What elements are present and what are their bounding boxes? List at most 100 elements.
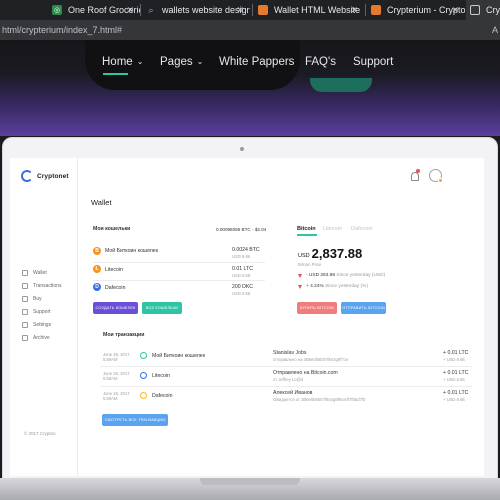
transactions-title: Мои транзакции [103,332,145,338]
tx-amount: + 0.01 LTC [443,350,469,356]
browser-tab-crypterium[interactable]: Crypterium - Cryptocu ✕ [367,0,465,20]
document-icon [470,5,480,15]
all-transactions-button[interactable]: СМОТРЕТЬ ВСЕ ТРАНЗАКЦИИ [102,414,168,426]
price-label: Bitcoin Price [298,262,322,267]
transaction-icon [140,352,147,359]
wallet-amount: 200 DKC [232,284,254,290]
wallet-usd: USD 0.66 [232,273,251,278]
url-text[interactable]: html/crypterium/index_7.html# [2,25,122,35]
create-wallet-button[interactable]: СОЗДАТЬ КОШЕЛЕК [93,302,138,314]
close-icon[interactable]: ✕ [126,5,134,16]
transactions-icon [22,283,28,289]
bitcoin-icon: B [93,247,101,255]
sidebar-item-settings[interactable]: Settings [22,322,51,328]
tx-detail: Отправлено на 3B6e0b6b07f6e2g9f7ce [273,357,349,362]
address-bar-action[interactable]: A [492,25,498,35]
wallet-amount: 0.0024 BTC [232,247,260,253]
tx-wallet[interactable]: Мой Биткоин кошелек [152,353,205,359]
close-icon[interactable]: ✕ [236,5,244,16]
tab-title: Crypt [486,5,500,15]
wallet-icon [22,270,28,276]
tx-detail: от Jeffrey Lo@it [273,377,303,382]
tx-time: 5:59AM [103,396,118,401]
nav-support[interactable]: Support [353,56,393,68]
status-dot [438,178,443,183]
down-arrow-icon [298,274,302,278]
litecoin-icon: Ł [93,265,101,273]
wallet-name[interactable]: Litecoin [105,267,123,273]
browser-tab-active[interactable]: Crypt [466,0,500,20]
tx-party: Алексей Иванов [273,390,313,396]
wallet-amount: 0.01 LTC [232,266,253,272]
chevron-down-icon: ⌄ [196,57,204,66]
wallet-usd: USD 0.66 [232,291,251,296]
sidebar-item-archive[interactable]: Archive [22,335,50,341]
tab-dafecoin[interactable]: Dafecoin [351,226,373,232]
wallet-name[interactable]: Мой Биткоин кошелек [105,248,158,254]
notification-dot [416,169,420,173]
sidebar-item-wallet[interactable]: Wallet [22,270,47,276]
tx-usd: + USD 6.66 [443,377,465,382]
browser-tabbar: ◎ One Roof Groceries ✕ ⌕ wallets website… [0,0,500,20]
gear-icon [22,322,28,328]
sidebar-item-buy[interactable]: Buy [22,296,42,302]
wallets-total: 0.00098095 BTC - $2.04 [216,227,267,232]
archive-icon [22,335,28,341]
app-sidebar [10,158,78,476]
down-arrow-icon [298,285,302,289]
sidebar-footer: © 2017 Crypton [24,431,56,436]
app-screen [10,158,484,476]
sidebar-item-transactions[interactable]: Transactions [22,283,61,289]
laptop-notch [200,478,300,485]
site-nav: Home ⌄ Pages ⌄ White Pappers FAQ's Support [0,40,500,90]
tx-usd: + USD 6.66 [443,397,465,402]
globe-icon: ◎ [52,5,62,15]
buy-bitcoin-button[interactable]: КУПИТЬ BITCOIN [297,302,337,314]
tx-party: Stanislav Jobs [273,350,307,356]
tab-title: Wallet HTML Website [274,5,361,15]
send-bitcoin-button[interactable]: ОТПРАВИТЬ BITCOIN [341,302,386,314]
tx-usd: + USD 6.66 [443,357,465,362]
wallets-title: Мои кошельки [93,226,131,232]
search-icon: ⌕ [148,4,154,15]
cart-icon [22,296,28,302]
transaction-icon [140,392,147,399]
close-icon[interactable]: ✕ [451,5,459,16]
nav-active-indicator [103,73,128,75]
close-icon[interactable]: ✕ [350,5,358,16]
wallet-usd: USD 6.96 [232,254,251,259]
tx-detail: Ожидается от 3B6e0b6b07f6e2g9f6ce0f7f5bd… [273,397,366,402]
site-icon [258,5,268,15]
camera-dot [240,147,244,151]
tx-wallet[interactable]: Dafecoin [152,393,172,399]
tx-amount: + 0.01 LTC [443,370,469,376]
nav-home[interactable]: Home ⌄ [102,56,143,68]
nav-faq[interactable]: FAQ's [305,56,336,68]
tab-bitcoin[interactable]: Bitcoin [297,226,316,232]
change-usd: - USD 283.88 Since yesterday (USD) [306,273,386,278]
tab-litecoin[interactable]: Litecoin [323,226,342,232]
logo-icon [21,170,33,182]
change-percent: + 4.24% Since yesterday (%) [306,284,369,289]
sidebar-item-support[interactable]: Support [22,309,51,315]
browser-tab-search[interactable]: ⌕ wallets website design ✕ [142,0,250,20]
browser-tab-groceries[interactable]: ◎ One Roof Groceries ✕ [48,0,140,20]
site-icon [371,5,381,15]
wallet-name[interactable]: Dafecoin [105,285,125,291]
chevron-down-icon: ⌄ [136,57,144,66]
all-wallets-button[interactable]: ВСЕ КОШЕЛЬКИ [142,302,182,314]
tx-time: 5:59AM [103,357,118,362]
transaction-icon [140,372,147,379]
app-logo[interactable]: Cryptonet [21,170,69,182]
page-title: Wallet [91,198,112,207]
tab-active-indicator [297,234,317,236]
tx-time: 5:59AM [103,376,118,381]
address-bar[interactable]: html/crypterium/index_7.html# A [0,20,500,40]
nav-white-papers[interactable]: White Pappers [219,56,294,68]
tx-amount: + 0.01 LTC [443,390,469,396]
tx-wallet[interactable]: Litecoin [152,373,170,379]
support-icon [22,309,28,315]
bell-icon[interactable] [411,172,419,181]
nav-pages[interactable]: Pages ⌄ [160,56,203,68]
browser-tab-wallet[interactable]: Wallet HTML Website ✕ [254,0,364,20]
